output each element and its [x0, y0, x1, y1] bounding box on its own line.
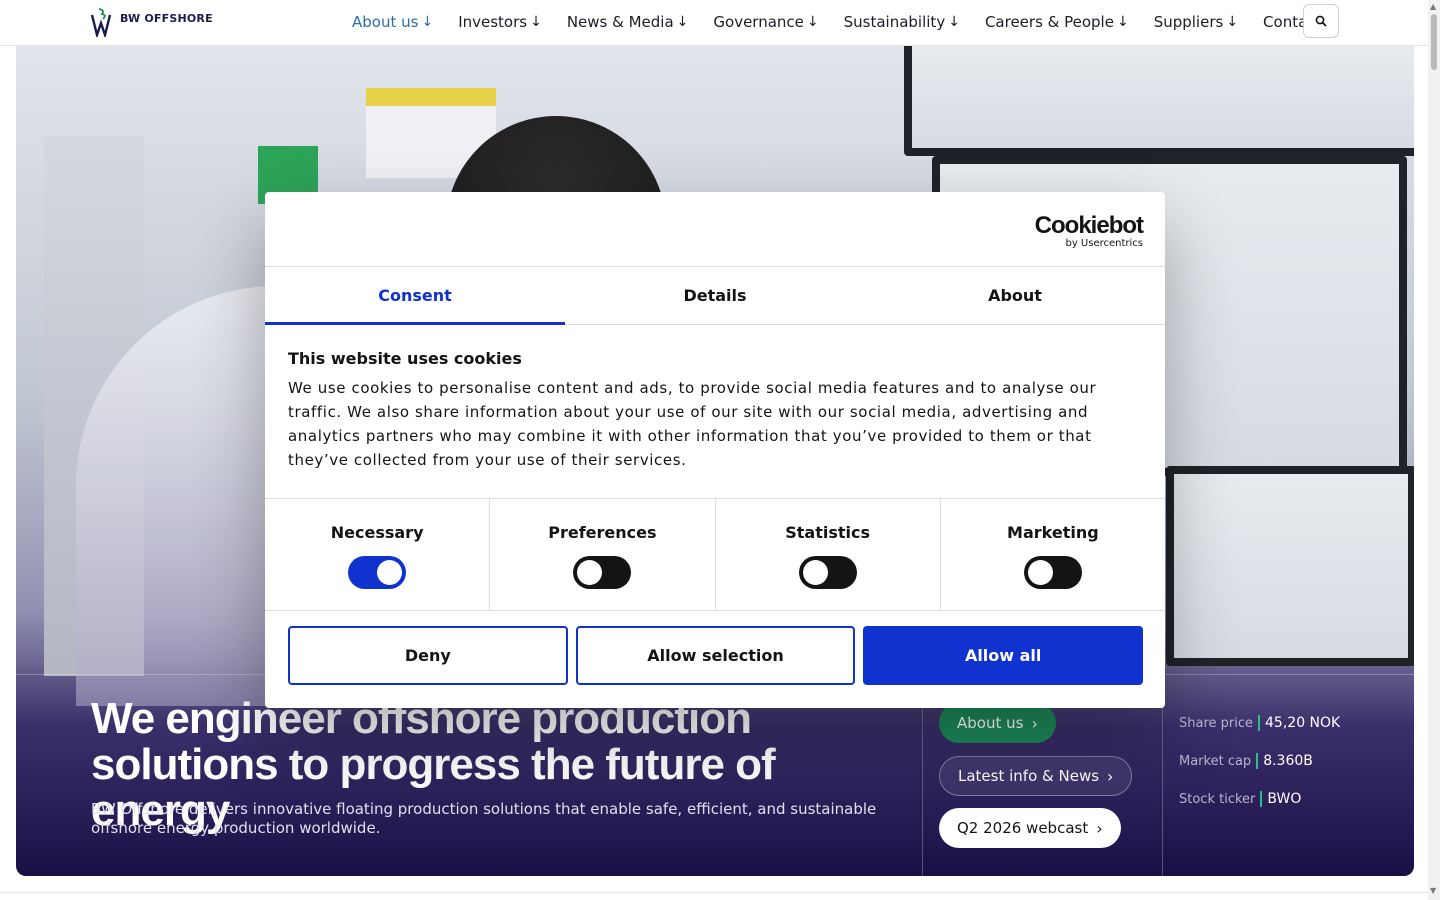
nav-sustainability[interactable]: Sustainability ↓ [844, 13, 960, 31]
arrow-down-icon: ↓ [948, 14, 960, 30]
nav-about-us[interactable]: About us ↓ [352, 13, 433, 31]
chevron-right-icon: › [1107, 766, 1114, 786]
deny-button[interactable]: Deny [288, 626, 568, 685]
search-button[interactable] [1303, 4, 1339, 38]
page-divider [0, 892, 1440, 893]
page-scrollbar[interactable]: ▲ ▼ [1428, 0, 1440, 900]
bw-offshore-logo[interactable]: BW OFFSHORE [90, 7, 213, 37]
dialog-tabs: Consent Details About [265, 267, 1165, 325]
category-label: Preferences [548, 523, 657, 542]
stat-label: Market cap [1179, 753, 1252, 769]
arrow-down-icon: ↓ [1226, 14, 1239, 30]
search-icon [1315, 15, 1327, 27]
cookie-consent-dialog: Cookiebot by Usercentrics Consent Detail… [265, 192, 1165, 708]
arrow-down-icon: ↓ [1116, 14, 1129, 30]
nav-label: Suppliers [1153, 13, 1224, 31]
tab-consent[interactable]: Consent [265, 267, 565, 325]
statistics-toggle[interactable] [798, 556, 857, 589]
cta-label: About us [957, 714, 1024, 732]
toggle-knob [1027, 560, 1053, 585]
category-preferences: Preferences [490, 499, 716, 610]
chevron-right-icon: › [1031, 713, 1038, 733]
nav-label: News & Media [566, 13, 674, 31]
nav-label: Sustainability [843, 13, 946, 31]
latest-news-button[interactable]: Latest info & News › [939, 756, 1133, 796]
nav-label: Governance [713, 13, 804, 31]
cookiebot-logo[interactable]: Cookiebot by Usercentrics [1034, 212, 1144, 250]
category-marketing: Marketing [941, 499, 1165, 610]
category-label: Statistics [785, 523, 870, 542]
tab-details[interactable]: Details [565, 267, 865, 324]
dialog-title: This website uses cookies [288, 349, 522, 368]
stat-label: Stock ticker [1179, 791, 1256, 807]
stat-separator [1256, 753, 1259, 769]
tab-about[interactable]: About [865, 267, 1165, 324]
nav-label: About us [352, 13, 419, 31]
site-header: BW OFFSHORE About us ↓ Investors ↓ News … [0, 0, 1440, 46]
necessary-toggle[interactable] [348, 556, 407, 589]
stat-label: Share price [1179, 715, 1254, 731]
toggle-knob [377, 560, 403, 585]
category-statistics: Statistics [716, 499, 941, 610]
chevron-right-icon: › [1096, 818, 1103, 838]
stat-stock-ticker: Stock ticker BWO [1179, 780, 1340, 818]
arrow-down-icon: ↓ [676, 14, 689, 30]
main-nav: About us ↓ Investors ↓ News & Media ↓ Go… [352, 0, 1321, 44]
allow-all-button[interactable]: Allow all [863, 626, 1144, 685]
category-label: Marketing [1007, 523, 1099, 542]
stat-share-price: Share price 45,20 NOK [1179, 704, 1340, 742]
marketing-toggle[interactable] [1023, 556, 1082, 589]
dialog-body: This website uses cookies We use cookies… [265, 325, 1165, 499]
nav-investors[interactable]: Investors ↓ [458, 13, 542, 31]
allow-selection-button[interactable]: Allow selection [575, 626, 856, 685]
arrow-down-icon: ↓ [530, 14, 542, 30]
logo-text: BW OFFSHORE [120, 12, 213, 25]
cookie-categories: Necessary Preferences Statistics Marketi… [265, 499, 1165, 611]
cookiebot-brand-sub: by Usercentrics [1065, 238, 1143, 249]
stat-value: 45,20 NOK [1265, 715, 1341, 731]
hero-subtitle: BW Offshore delivers innovative floating… [91, 800, 877, 837]
nav-careers-people[interactable]: Careers & People ↓ [985, 13, 1129, 31]
dialog-text: We use cookies to personalise content an… [288, 379, 1097, 469]
dialog-buttons: Deny Allow selection Allow all [265, 611, 1165, 685]
cookiebot-brand: Cookiebot [1034, 212, 1144, 239]
bw-logo-icon [90, 8, 112, 37]
nav-label: Careers & People [984, 13, 1114, 31]
dialog-header: Cookiebot by Usercentrics [265, 192, 1165, 267]
cta-label: Latest info & News [958, 767, 1100, 785]
stat-separator [1260, 791, 1263, 807]
stock-stats: Share price 45,20 NOK Market cap 8.360B … [1179, 704, 1340, 818]
category-necessary: Necessary [265, 499, 491, 610]
hero-monitor [904, 46, 1414, 156]
cta-label: Q2 2026 webcast [957, 819, 1089, 837]
nav-governance[interactable]: Governance ↓ [713, 13, 818, 31]
about-us-button[interactable]: About us › [939, 703, 1056, 743]
category-label: Necessary [330, 523, 424, 542]
toggle-knob [802, 560, 828, 585]
nav-label: Investors [458, 13, 528, 31]
stat-market-cap: Market cap 8.360B [1179, 742, 1340, 780]
nav-news-media[interactable]: News & Media ↓ [567, 13, 689, 31]
hero-monitor [1166, 466, 1414, 666]
arrow-down-icon: ↓ [421, 14, 434, 30]
scroll-down-icon[interactable]: ▼ [1430, 886, 1436, 895]
nav-suppliers[interactable]: Suppliers ↓ [1154, 13, 1238, 31]
stat-value: BWO [1267, 791, 1302, 807]
scroll-up-icon[interactable]: ▲ [1430, 2, 1436, 11]
webcast-button[interactable]: Q2 2026 webcast › [939, 808, 1121, 848]
stat-value: 8.360B [1263, 753, 1313, 769]
toggle-knob [577, 560, 603, 585]
stat-separator [1258, 715, 1261, 731]
arrow-down-icon: ↓ [806, 14, 819, 30]
preferences-toggle[interactable] [573, 556, 632, 589]
scroll-thumb[interactable] [1431, 14, 1437, 70]
